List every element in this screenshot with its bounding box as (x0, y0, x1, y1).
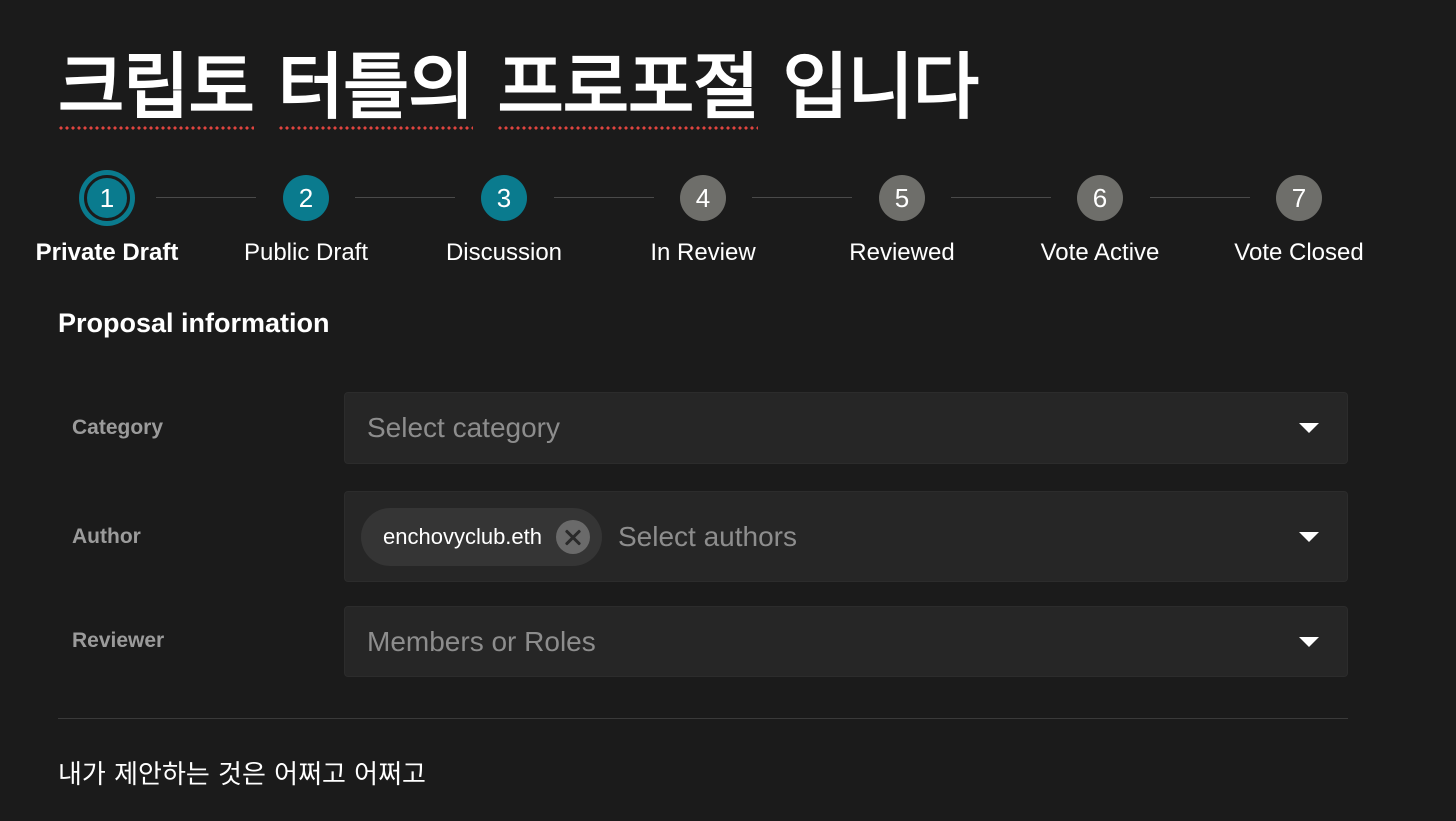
chevron-down-icon[interactable] (1299, 423, 1319, 433)
step-public-draft[interactable]: 2 Public Draft (206, 172, 406, 267)
step-label: Public Draft (243, 239, 369, 266)
proposal-title[interactable]: 크립토 터틀의 프로포절 입니다 (58, 40, 1002, 140)
step-label: In Review (650, 239, 756, 266)
category-label: Category (72, 416, 164, 439)
author-placeholder: Select authors (618, 520, 797, 552)
divider (58, 718, 1348, 719)
step-label: Reviewed (849, 239, 955, 266)
step-discussion[interactable]: 3 Discussion (404, 172, 604, 267)
title-word: 터틀의 (277, 40, 474, 134)
step-number: 2 (283, 175, 329, 221)
author-chip[interactable]: enchovyclub.eth (361, 507, 602, 566)
step-number: 1 (84, 175, 130, 221)
step-private-draft[interactable]: 1 Private Draft (7, 172, 207, 267)
category-placeholder: Select category (367, 412, 560, 443)
step-vote-active[interactable]: 6 Vote Active (1000, 172, 1200, 267)
step-label: Vote Closed (1234, 239, 1364, 266)
step-number: 7 (1276, 175, 1322, 221)
step-vote-closed[interactable]: 7 Vote Closed (1199, 172, 1399, 267)
proposal-body-text[interactable]: 내가 제안하는 것은 어쩌고 어쩌고 (58, 754, 426, 791)
step-number: 3 (481, 175, 527, 221)
step-number: 5 (879, 175, 925, 221)
author-chip-label: enchovyclub.eth (383, 523, 542, 549)
close-icon[interactable] (556, 519, 590, 554)
step-label: Private Draft (35, 239, 179, 266)
step-reviewed[interactable]: 5 Reviewed (802, 172, 1002, 267)
reviewer-select[interactable]: Members or Roles (344, 606, 1348, 677)
title-word: 크립토 (58, 40, 255, 134)
section-title: Proposal information (58, 308, 330, 338)
chevron-down-icon[interactable] (1299, 531, 1319, 542)
chevron-down-icon[interactable] (1299, 636, 1319, 647)
proposal-page: 크립토 터틀의 프로포절 입니다 1 Private Draft 2 Publi… (0, 0, 1456, 821)
step-in-review[interactable]: 4 In Review (603, 172, 803, 267)
step-number: 6 (1077, 175, 1123, 221)
step-number: 4 (680, 175, 726, 221)
reviewer-label: Reviewer (72, 629, 165, 652)
title-word: 입니다 (782, 45, 979, 129)
step-label: Discussion (445, 239, 563, 266)
title-word: 프로포절 (497, 40, 759, 134)
reviewer-placeholder: Members or Roles (367, 625, 596, 657)
author-select[interactable]: enchovyclub.eth Select authors (344, 491, 1348, 582)
author-label: Author (72, 525, 141, 548)
category-select[interactable]: Select category (344, 392, 1348, 464)
step-label: Vote Active (1040, 239, 1160, 266)
